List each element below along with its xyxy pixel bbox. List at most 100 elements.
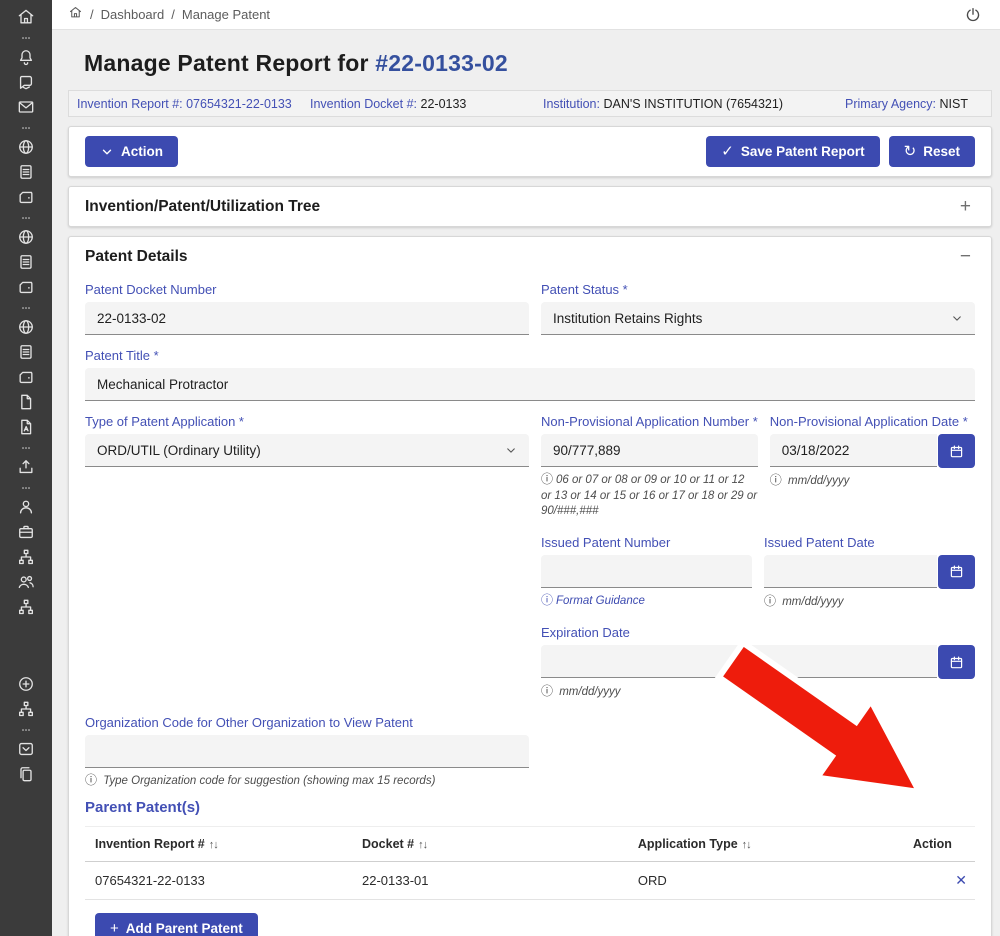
invention-report-number: Invention Report #: 07654321-22-0133 [69, 97, 302, 111]
org-chart-icon[interactable] [15, 547, 37, 567]
page-title: Manage Patent Report for #22-0133-02 [84, 50, 992, 77]
menu-dots-icon [15, 212, 37, 224]
file-report-icon[interactable] [15, 417, 37, 437]
np-number-input[interactable] [541, 434, 758, 467]
issued-date-input[interactable] [764, 555, 937, 588]
issued-number-label: Issued Patent Number [541, 535, 752, 550]
toolbar: Action ✓ Save Patent Report ↻ Reset [68, 126, 992, 177]
chat-icon[interactable] [15, 72, 37, 92]
application-type-select[interactable]: ORD/UTIL (Ordinary Utility) [85, 434, 529, 467]
sort-icon[interactable]: ↑↓ [742, 839, 751, 851]
menu-dots-icon [15, 32, 37, 44]
home-icon[interactable] [15, 7, 37, 27]
col-application-type[interactable]: Application Type↑↓ [628, 827, 903, 862]
inbox-icon[interactable] [15, 739, 37, 759]
plus-icon: + [110, 921, 119, 936]
users-group-icon[interactable] [15, 572, 37, 592]
notifications-bell-icon[interactable] [15, 47, 37, 67]
reset-button[interactable]: ↻ Reset [889, 136, 975, 167]
document-list-icon[interactable] [15, 162, 37, 182]
info-icon: ⓘ [770, 473, 782, 487]
wallet-icon[interactable] [15, 187, 37, 207]
left-nav-sidebar [0, 0, 52, 936]
tree-section-title: Invention/Patent/Utilization Tree [85, 198, 320, 216]
reset-icon: ↻ [904, 144, 917, 159]
wallet-icon[interactable] [15, 367, 37, 387]
parent-patents-table: Invention Report #↑↓ Docket #↑↓ Applicat… [85, 826, 975, 900]
tree-section: Invention/Patent/Utilization Tree + [68, 186, 992, 227]
mail-icon[interactable] [15, 97, 37, 117]
page-title-text: Manage Patent Report for [84, 50, 369, 76]
globe-icon[interactable] [15, 137, 37, 157]
patent-status-field: Patent Status * Institution Retains Righ… [541, 282, 975, 335]
breadcrumb-dashboard[interactable]: Dashboard [101, 7, 165, 22]
remove-parent-patent-button[interactable]: ✕ [955, 872, 967, 889]
application-type-label: Type of Patent Application * [85, 414, 529, 429]
col-invention-report[interactable]: Invention Report #↑↓ [85, 827, 352, 862]
add-circle-icon[interactable] [15, 674, 37, 694]
np-date-input[interactable] [770, 434, 937, 467]
org-chart-icon[interactable] [15, 597, 37, 617]
menu-dots-icon [15, 122, 37, 134]
tree-section-header[interactable]: Invention/Patent/Utilization Tree + [69, 187, 991, 226]
sort-icon[interactable]: ↑↓ [418, 839, 427, 851]
issued-date-calendar-button[interactable] [938, 555, 975, 589]
cell-docket: 22-0133-01 [352, 862, 628, 900]
breadcrumb-current-page: Manage Patent [182, 7, 270, 22]
invention-docket-number: Invention Docket #: 22-0133 [302, 97, 535, 111]
patent-docket-input[interactable] [85, 302, 529, 335]
org-code-input[interactable] [85, 735, 529, 768]
info-icon: ⓘ [85, 773, 97, 787]
col-action: Action [903, 827, 975, 862]
sort-icon[interactable]: ↑↓ [209, 839, 218, 851]
expiration-date-calendar-button[interactable] [938, 645, 975, 679]
home-icon[interactable] [68, 5, 83, 20]
table-header-row: Invention Report #↑↓ Docket #↑↓ Applicat… [85, 827, 975, 862]
briefcase-icon[interactable] [15, 522, 37, 542]
org-chart-icon[interactable] [15, 699, 37, 719]
np-date-calendar-button[interactable] [938, 434, 975, 468]
breadcrumb-separator: / [171, 7, 175, 22]
copy-pages-icon[interactable] [15, 764, 37, 784]
globe-icon[interactable] [15, 227, 37, 247]
cell-invention-report: 07654321-22-0133 [85, 862, 352, 900]
user-icon[interactable] [15, 497, 37, 517]
info-icon: ⓘ [541, 593, 553, 607]
expiration-date-input[interactable] [541, 645, 937, 678]
patent-title-label: Patent Title * [85, 348, 975, 363]
np-date-hint: ⓘ mm/dd/yyyy [770, 472, 975, 490]
file-icon[interactable] [15, 392, 37, 412]
topbar: / Dashboard / Manage Patent [52, 0, 1000, 30]
add-parent-patent-button[interactable]: + Add Parent Patent [95, 913, 258, 936]
summary-info-bar: Invention Report #: 07654321-22-0133 Inv… [68, 90, 992, 117]
patent-status-value: Institution Retains Rights [553, 311, 702, 326]
info-icon: ⓘ [541, 472, 553, 486]
issued-number-input[interactable] [541, 555, 752, 588]
action-dropdown-button[interactable]: Action [85, 136, 178, 167]
chevron-down-icon [950, 312, 964, 325]
document-list-icon[interactable] [15, 342, 37, 362]
breadcrumb: / Dashboard / Manage Patent [68, 5, 270, 25]
issued-date-hint: ⓘ mm/dd/yyyy [764, 593, 975, 611]
col-docket[interactable]: Docket #↑↓ [352, 827, 628, 862]
calendar-icon [948, 654, 965, 671]
institution: Institution: DAN'S INSTITUTION (7654321) [535, 97, 837, 111]
globe-icon[interactable] [15, 317, 37, 337]
patent-details-header[interactable]: Patent Details − [69, 237, 991, 276]
document-list-icon[interactable] [15, 252, 37, 272]
wallet-icon[interactable] [15, 277, 37, 297]
parent-patents-heading: Parent Patent(s) [85, 799, 975, 816]
power-logout-button[interactable] [964, 6, 982, 24]
expiration-date-hint: ⓘ mm/dd/yyyy [541, 683, 975, 701]
upload-icon[interactable] [15, 457, 37, 477]
format-guidance-link[interactable]: ⓘFormat Guidance [541, 592, 752, 610]
expand-icon[interactable]: + [956, 197, 975, 216]
patent-title-field: Patent Title * [85, 348, 975, 401]
np-application-number-field: Non-Provisional Application Number * ⓘ06… [541, 414, 758, 520]
np-application-date-field: Non-Provisional Application Date * ⓘ mm/… [770, 414, 975, 520]
patent-status-select[interactable]: Institution Retains Rights [541, 302, 975, 335]
save-patent-report-button[interactable]: ✓ Save Patent Report [706, 136, 879, 167]
collapse-icon[interactable]: − [956, 247, 975, 266]
patent-title-input[interactable] [85, 368, 975, 401]
patent-details-section: Patent Details − Patent Docket Number Pa… [68, 236, 992, 936]
